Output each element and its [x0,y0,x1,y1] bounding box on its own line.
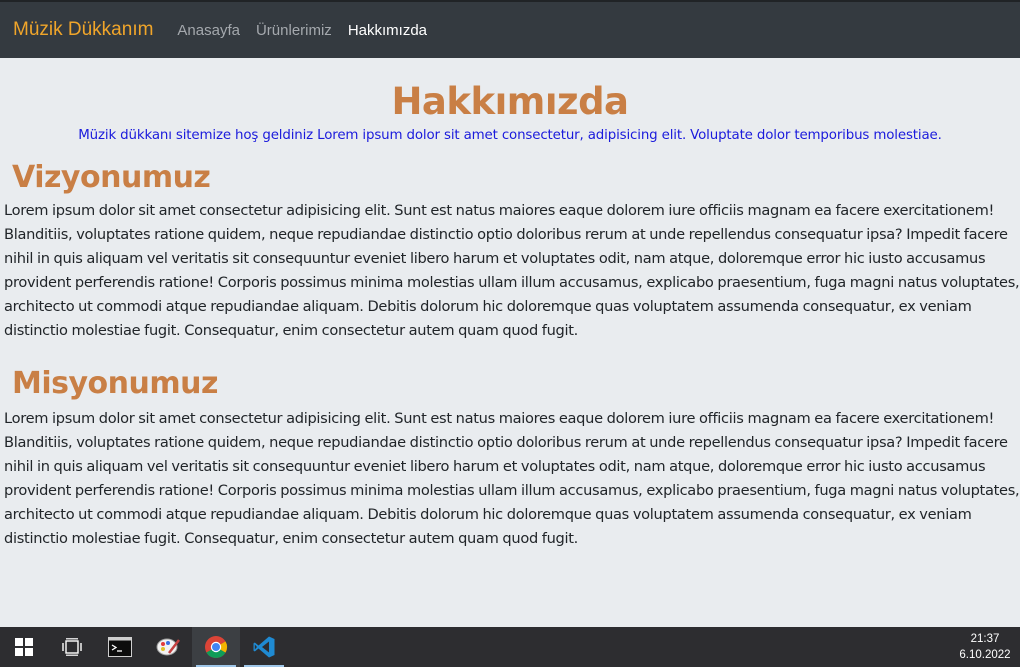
page-title: Hakkımızda [391,80,629,123]
paint-taskbar-button[interactable] [144,627,192,667]
terminal-icon [108,637,132,657]
chrome-taskbar-button[interactable] [192,627,240,667]
navbar: Müzik Dükkanım Anasayfa Ürünlerimiz Hakk… [0,0,1020,58]
mission-text: Lorem ipsum dolor sit amet consectetur a… [4,409,1020,548]
vscode-taskbar-button[interactable] [240,627,288,667]
nav-link-hakkimizda[interactable]: Hakkımızda [348,22,427,39]
brand-link[interactable]: Müzik Dükkanım [13,19,153,41]
clock-date: 6.10.2022 [959,649,1011,661]
nav-link-urunlerimiz[interactable]: Ürünlerimiz [256,22,332,39]
chrome-icon [205,636,228,659]
task-view-icon [62,638,82,656]
taskbar: 21:37 6.10.2022 [0,627,1020,667]
windows-start-icon [15,638,33,656]
vscode-icon [253,636,275,658]
nav-link-anasayfa[interactable]: Anasayfa [177,22,240,39]
terminal-taskbar-button[interactable] [96,627,144,667]
paint-icon [156,638,180,656]
main-content: Hakkımızda Müzik dükkanı sitemize hoş ge… [0,58,1020,627]
windows-start-button[interactable] [0,627,48,667]
intro-text: Müzik dükkanı sitemize hoş geldiniz Lore… [78,128,942,143]
task-view-button[interactable] [48,627,96,667]
mission-heading: Misyonumuz [12,365,218,401]
clock-time: 21:37 [970,633,1000,645]
taskbar-clock[interactable]: 21:37 6.10.2022 [950,631,1020,663]
vision-text: Lorem ipsum dolor sit amet consectetur a… [4,202,1020,340]
vision-heading: Vizyonumuz [12,160,211,195]
